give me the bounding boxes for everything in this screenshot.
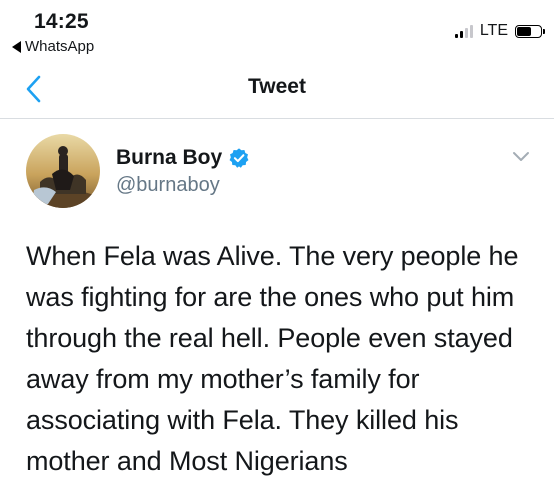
status-time: 14:25: [34, 10, 89, 33]
author-row: Burna Boy: [116, 146, 250, 170]
author-name[interactable]: Burna Boy: [116, 146, 222, 170]
avatar-image: [26, 134, 100, 208]
author-handle[interactable]: @burnaboy: [116, 174, 220, 197]
page-title: Tweet: [248, 75, 306, 98]
back-app-label: WhatsApp: [25, 38, 95, 55]
verified-badge-icon: [229, 148, 249, 168]
tweet-text: When Fela was Alive. The very people he …: [26, 241, 519, 476]
status-bar: 14:25 WhatsApp LTE: [0, 0, 554, 58]
back-triangle-icon: [12, 40, 21, 53]
back-to-whatsapp-button[interactable]: WhatsApp: [12, 38, 94, 55]
network-label: LTE: [479, 22, 508, 39]
signal-icon: [454, 24, 473, 38]
nav-header: Tweet: [0, 60, 554, 119]
battery-icon: [515, 24, 545, 38]
chevron-down-icon[interactable]: [512, 151, 530, 163]
status-indicators: LTE: [454, 22, 545, 40]
avatar[interactable]: [26, 134, 100, 208]
